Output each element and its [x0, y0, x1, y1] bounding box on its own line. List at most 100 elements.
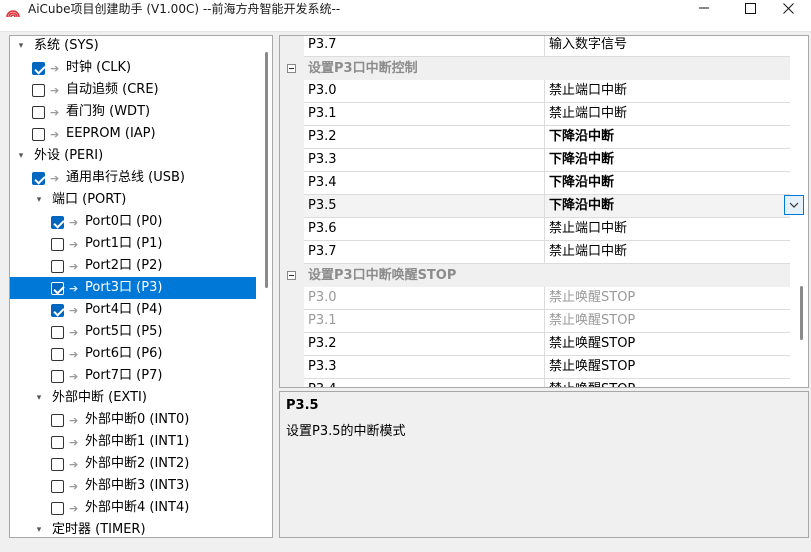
property-name[interactable]: P3.3	[304, 356, 545, 379]
grid-property-row[interactable]: P3.0 禁止端口中断	[280, 80, 790, 103]
property-value[interactable]: 禁止唤醒STOP	[545, 310, 790, 333]
tree-item-checkbox[interactable]	[32, 84, 45, 97]
tree-item[interactable]: ➔ Port6口 (P6)	[10, 343, 256, 365]
property-value[interactable]: 禁止端口中断	[545, 103, 790, 126]
grid-category[interactable]: 设置P3口中断唤醒STOP	[280, 264, 790, 287]
grid-property-row[interactable]: P3.3 下降沿中断	[280, 149, 790, 172]
expand-chevron-icon[interactable]: ▾	[16, 36, 26, 57]
tree-item[interactable]: ➔ Port4口 (P4)	[10, 299, 256, 321]
property-value[interactable]: 输入数字信号	[545, 36, 790, 57]
property-value[interactable]: 禁止端口中断	[545, 241, 790, 264]
property-value[interactable]: 下降沿中断	[545, 126, 790, 149]
tree-item[interactable]: ➔ 时钟 (CLK)	[10, 57, 256, 79]
tree-item[interactable]: ➔ 外部中断3 (INT3)	[10, 475, 256, 497]
expand-chevron-icon[interactable]: ▾	[34, 189, 44, 211]
grid-property-row[interactable]: P3.3 禁止唤醒STOP	[280, 356, 790, 379]
property-name[interactable]: P3.4	[304, 172, 545, 195]
tree-item[interactable]: ➔ Port5口 (P5)	[10, 321, 256, 343]
property-value[interactable]: 禁止端口中断	[545, 80, 790, 103]
tree-item-checkbox[interactable]	[51, 370, 64, 383]
property-name[interactable]: P3.4	[304, 379, 545, 387]
tree-item-checkbox[interactable]	[32, 106, 45, 119]
tree-item-checkbox[interactable]	[51, 414, 64, 427]
grid-property-row[interactable]: P3.6 禁止端口中断	[280, 218, 790, 241]
grid-property-row[interactable]: P3.7 输入数字信号	[280, 36, 790, 57]
tree-item[interactable]: ➔ 外部中断0 (INT0)	[10, 409, 256, 431]
close-button[interactable]	[765, 0, 811, 16]
tree-item-checkbox[interactable]	[51, 238, 64, 251]
tree-item[interactable]: ➔ 外部中断1 (INT1)	[10, 431, 256, 453]
collapse-minus-icon[interactable]	[287, 271, 296, 280]
tree-item-checkbox[interactable]	[32, 62, 45, 75]
property-value[interactable]: 下降沿中断	[545, 195, 804, 218]
property-name[interactable]: P3.3	[304, 149, 545, 172]
grid-scrollbar-thumb[interactable]	[800, 286, 803, 340]
tree-item[interactable]: ➔ Port7口 (P7)	[10, 365, 256, 387]
grid-property-row[interactable]: P3.5 下降沿中断	[280, 195, 804, 218]
property-value[interactable]: 下降沿中断	[545, 149, 790, 172]
tree-item-checkbox[interactable]	[51, 216, 64, 229]
peripheral-tree[interactable]: ▾ 系统 (SYS) ➔ 时钟 (CLK) ➔ 自动追频 (CRE) ➔ 看门狗 (WDT) ➔…	[9, 35, 273, 538]
tree-item[interactable]: ➔ 自动追频 (CRE)	[10, 79, 256, 101]
tree-scrollbar-thumb[interactable]	[265, 52, 268, 288]
tree-item[interactable]: ➔ 看门狗 (WDT)	[10, 101, 256, 123]
grid-property-row[interactable]: P3.1 禁止唤醒STOP	[280, 310, 790, 333]
grid-property-row[interactable]: P3.1 禁止端口中断	[280, 103, 790, 126]
grid-property-row[interactable]: P3.2 禁止唤醒STOP	[280, 333, 790, 356]
property-value[interactable]: 下降沿中断	[545, 172, 790, 195]
expand-chevron-icon[interactable]: ▾	[34, 519, 44, 537]
minimize-button[interactable]	[681, 0, 727, 16]
tree-item-checkbox[interactable]	[32, 172, 45, 185]
property-name[interactable]: P3.7	[304, 36, 545, 57]
tree-item-checkbox[interactable]	[51, 326, 64, 339]
expand-chevron-icon[interactable]: ▾	[16, 145, 26, 167]
tree-item[interactable]: ➔ Port3口 (P3)	[10, 277, 256, 299]
tree-item[interactable]: ➔ Port0口 (P0)	[10, 211, 256, 233]
property-grid[interactable]: P3.7 输入数字信号 设置P3口中断控制 P3.0 禁止端口中断 P3.1 禁止端口中断 P…	[279, 35, 809, 388]
property-name[interactable]: P3.1	[304, 310, 545, 333]
property-value[interactable]: 禁止端口中断	[545, 218, 790, 241]
tree-scrollbar[interactable]	[262, 36, 272, 537]
property-name[interactable]: P3.2	[304, 126, 545, 149]
grid-scrollbar[interactable]	[796, 36, 808, 387]
property-name[interactable]: P3.5	[304, 195, 545, 218]
tree-item[interactable]: ➔ 外部中断4 (INT4)	[10, 497, 256, 519]
tree-item[interactable]: ➔ 通用串行总线 (USB)	[10, 167, 256, 189]
property-name[interactable]: P3.0	[304, 287, 545, 310]
property-value[interactable]: 禁止唤醒STOP	[545, 379, 790, 387]
grid-property-row[interactable]: P3.0 禁止唤醒STOP	[280, 287, 790, 310]
tree-item-checkbox[interactable]	[32, 128, 45, 141]
tree-item[interactable]: ➔ Port1口 (P1)	[10, 233, 256, 255]
tree-item-checkbox[interactable]	[51, 282, 64, 295]
grid-category[interactable]: 设置P3口中断控制	[280, 57, 790, 80]
property-value[interactable]: 禁止唤醒STOP	[545, 356, 790, 379]
tree-item-checkbox[interactable]	[51, 502, 64, 515]
tree-item-checkbox[interactable]	[51, 480, 64, 493]
tree-item-checkbox[interactable]	[51, 260, 64, 273]
grid-property-row[interactable]: P3.4 下降沿中断	[280, 172, 790, 195]
property-value[interactable]: 禁止唤醒STOP	[545, 287, 790, 310]
tree-item[interactable]: ▾ 端口 (PORT)	[10, 189, 256, 211]
tree-item[interactable]: ➔ 外部中断2 (INT2)	[10, 453, 256, 475]
grid-property-row[interactable]: P3.7 禁止端口中断	[280, 241, 790, 264]
tree-item[interactable]: ➔ EEPROM (IAP)	[10, 123, 256, 145]
grid-property-row[interactable]: P3.4 禁止唤醒STOP	[280, 379, 790, 387]
expand-chevron-icon[interactable]: ▾	[34, 387, 44, 409]
property-name[interactable]: P3.1	[304, 103, 545, 126]
tree-item-checkbox[interactable]	[51, 458, 64, 471]
tree-item[interactable]: ▾ 外设 (PERI)	[10, 145, 256, 167]
property-value[interactable]: 禁止唤醒STOP	[545, 333, 790, 356]
tree-item-checkbox[interactable]	[51, 304, 64, 317]
tree-item[interactable]: ▾ 系统 (SYS)	[10, 36, 256, 57]
property-name[interactable]: P3.7	[304, 241, 545, 264]
tree-item[interactable]: ▾ 外部中断 (EXTI)	[10, 387, 256, 409]
tree-item[interactable]: ➔ Port2口 (P2)	[10, 255, 256, 277]
property-name[interactable]: P3.2	[304, 333, 545, 356]
collapse-minus-icon[interactable]	[287, 64, 296, 73]
property-name[interactable]: P3.0	[304, 80, 545, 103]
tree-item-checkbox[interactable]	[51, 436, 64, 449]
grid-property-row[interactable]: P3.2 下降沿中断	[280, 126, 790, 149]
tree-item-checkbox[interactable]	[51, 348, 64, 361]
property-name[interactable]: P3.6	[304, 218, 545, 241]
tree-item[interactable]: ▾ 定时器 (TIMER)	[10, 519, 256, 537]
